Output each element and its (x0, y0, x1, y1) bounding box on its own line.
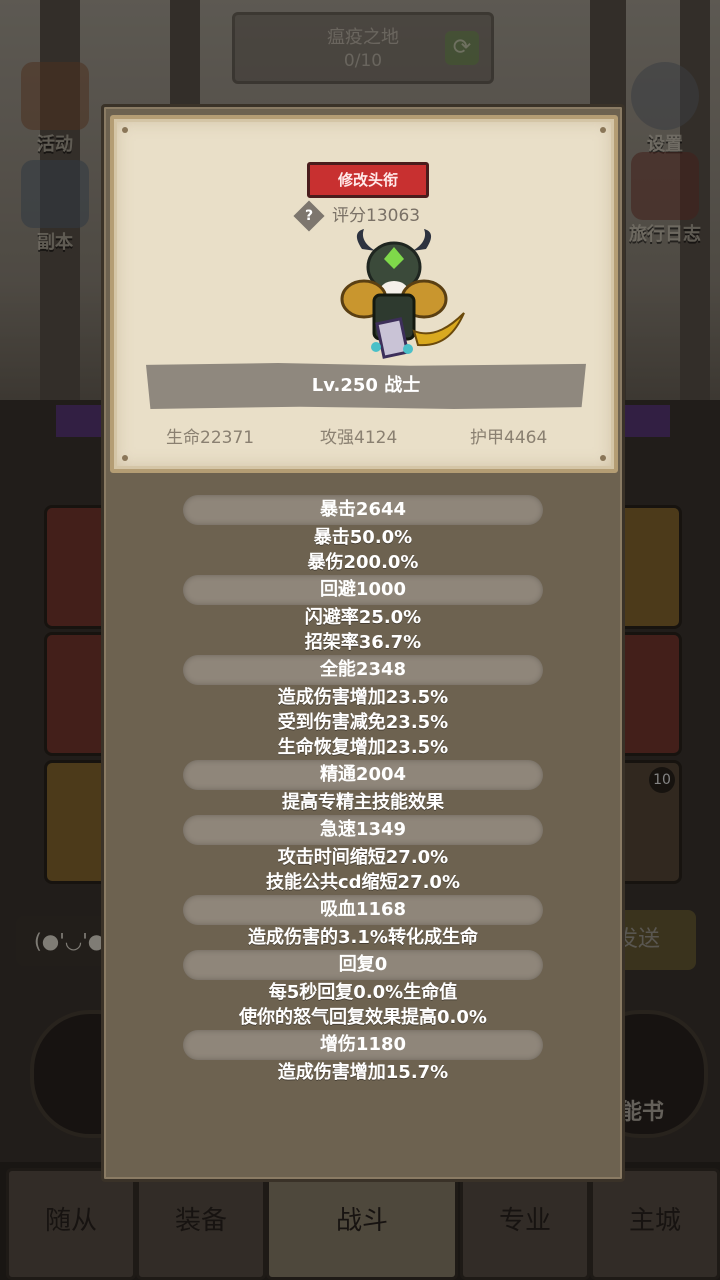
score-row: ? 评分13063 (293, 200, 421, 232)
character-card: 修改头衔 ? 评分13063 Lv.250 战士 生命22371 攻强4124 护… (110, 115, 618, 473)
attribute-line: 使你的怒气回复效果提高0.0% (239, 1007, 487, 1028)
attribute-line: 受到伤害减免23.5% (277, 712, 449, 733)
help-icon[interactable]: ? (293, 200, 325, 232)
attribute-header-versatility: 全能2348 (183, 655, 543, 685)
attribute-line: 提高专精主技能效果 (282, 792, 444, 813)
attribute-header-damage-bonus: 增伤1180 (183, 1030, 543, 1060)
attribute-header-leech: 吸血1168 (183, 895, 543, 925)
warrior-avatar-icon (340, 229, 465, 359)
attribute-header-mastery: 精通2004 (183, 760, 543, 790)
character-stats-modal: 修改头衔 ? 评分13063 Lv.250 战士 生命22371 攻强4124 护… (101, 104, 625, 1182)
attribute-header-crit: 暴击2644 (183, 495, 543, 525)
attribute-line: 暴伤200.0% (307, 552, 419, 573)
nail-icon (122, 127, 128, 133)
nail-icon (600, 127, 606, 133)
stat-armor: 护甲4464 (470, 428, 548, 448)
score-value: 评分13063 (332, 206, 421, 226)
attribute-line: 闪避率25.0% (304, 607, 422, 628)
stat-hp: 生命22371 (166, 428, 255, 448)
attribute-header-avoidance: 回避1000 (183, 575, 543, 605)
attribute-line: 攻击时间缩短27.0% (277, 847, 449, 868)
attribute-line: 暴击50.0% (313, 527, 413, 548)
attribute-header-regen: 回复0 (183, 950, 543, 980)
nail-icon (600, 455, 606, 461)
attribute-line: 造成伤害增加23.5% (277, 687, 449, 708)
attribute-line: 技能公共cd缩短27.0% (265, 872, 460, 893)
attribute-line: 造成伤害增加15.7% (277, 1062, 449, 1083)
attribute-line: 每5秒回复0.0%生命值 (268, 982, 458, 1003)
attribute-list: 暴击2644 暴击50.0% 暴伤200.0% 回避1000 闪避率25.0% … (104, 495, 622, 1085)
attribute-line: 招架率36.7% (304, 632, 422, 653)
level-class-bar: Lv.250 战士 (146, 363, 586, 409)
stat-attack: 攻强4124 (320, 428, 398, 448)
attribute-line: 生命恢复增加23.5% (277, 737, 449, 758)
attribute-header-haste: 急速1349 (183, 815, 543, 845)
nail-icon (122, 455, 128, 461)
rename-title-button[interactable]: 修改头衔 (307, 162, 429, 198)
attribute-line: 造成伤害的3.1%转化成生命 (248, 927, 478, 948)
